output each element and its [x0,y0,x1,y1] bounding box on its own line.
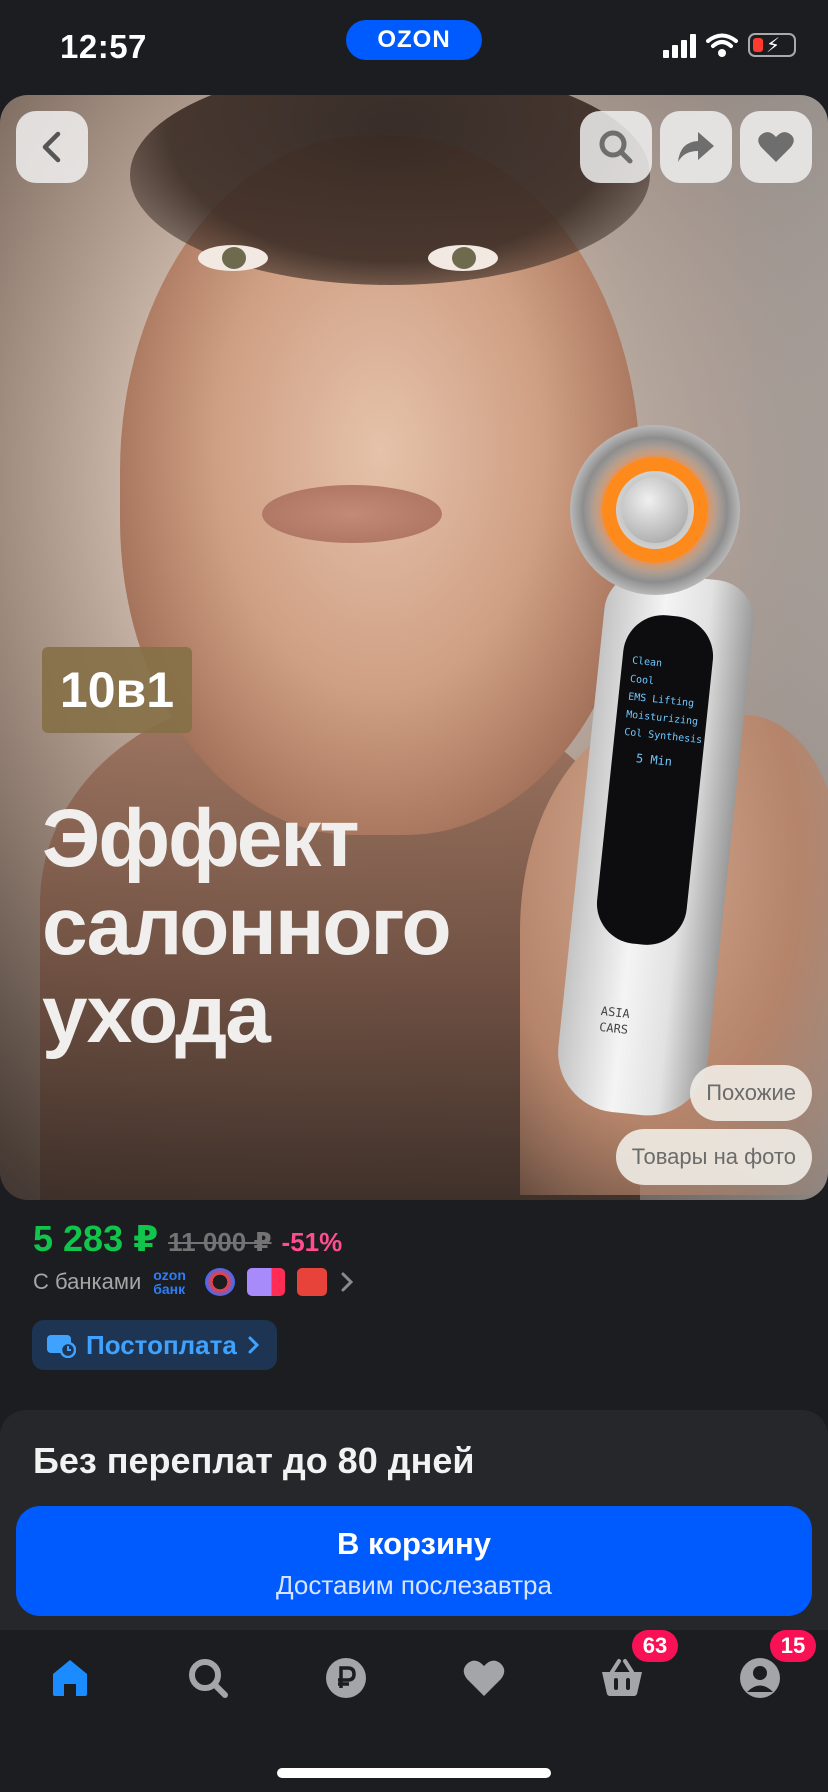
current-price: 5 283 ₽ [33,1218,159,1259]
tab-home[interactable] [42,1650,98,1706]
postpay-button[interactable]: Постоплата [32,1320,277,1370]
promo-line: салонного [42,881,452,972]
installment-title: Без переплат до 80 дней [33,1440,475,1481]
delivery-label: Доставим послезавтра [276,1570,552,1600]
battery-icon: ⚡ [748,33,796,57]
tab-search[interactable] [180,1650,236,1706]
badge-10in1: 10в1 [42,647,192,733]
bank-offers[interactable]: С банками ozon банк [33,1268,355,1296]
items-in-photo-chip[interactable]: Товары на фото [615,1129,812,1185]
postpay-label: Постоплата [86,1329,237,1360]
ozon-logo: OZON [346,20,482,60]
banks-label: С банками [33,1269,142,1294]
similar-chip[interactable]: Похожие [690,1065,812,1121]
add-to-cart-button[interactable]: В корзину Доставим послезавтра [16,1506,812,1616]
bank-icon-square [247,1268,286,1296]
promo-text: Эффект салонного ухода [42,793,452,1060]
signal-icon [663,32,696,58]
wifi-icon [706,33,738,57]
profile-icon [740,1658,780,1698]
old-price: 11 000 ₽ [168,1227,272,1257]
ozon-bank-logo: ozon банк [153,1267,186,1297]
share-button[interactable] [660,111,732,183]
tab-favorites[interactable] [456,1650,512,1706]
back-button[interactable] [16,111,88,183]
chevron-left-icon [42,131,61,163]
promo-line: ухода [42,969,271,1060]
bank-icon-red [297,1268,328,1296]
system-icons: ⚡ [663,32,796,58]
device-label: Cool [629,673,655,688]
wallet-clock-icon [47,1335,76,1358]
tab-cart[interactable]: 63 [594,1630,678,1706]
ruble-icon [326,1658,366,1698]
home-indicator [277,1768,551,1778]
device-illustration: Clean Cool EMS Lifting Moisturizing Col … [552,425,760,1122]
search-button[interactable] [580,111,652,183]
bank-icon-circle [205,1268,236,1296]
basket-icon [602,1659,642,1696]
product-image[interactable]: Clean Cool EMS Lifting Moisturizing Col … [0,95,828,1200]
chevron-right-icon [248,1336,259,1354]
search-icon [599,130,633,164]
status-bar: 12:57 OZON ⚡ [0,0,828,92]
cart-count-badge: 63 [632,1630,678,1662]
tab-profile[interactable]: 15 [732,1630,816,1706]
search-icon [189,1659,228,1698]
add-to-cart-label: В корзину [336,1526,491,1561]
promo-line: Эффект [42,793,360,884]
chevron-right-icon [341,1272,354,1292]
clock: 12:57 [60,28,147,65]
share-icon [678,132,714,162]
tab-finance[interactable] [318,1650,374,1706]
heart-icon [758,132,794,162]
home-icon [53,1660,87,1696]
discount: -51% [281,1227,343,1257]
price-row: 5 283 ₽ 11 000 ₽ -51% [33,1218,342,1260]
heart-icon [463,1660,505,1696]
profile-count-badge: 15 [770,1630,816,1662]
device-brand: ASIA CARS [598,1003,631,1037]
favorite-button[interactable] [740,111,812,183]
